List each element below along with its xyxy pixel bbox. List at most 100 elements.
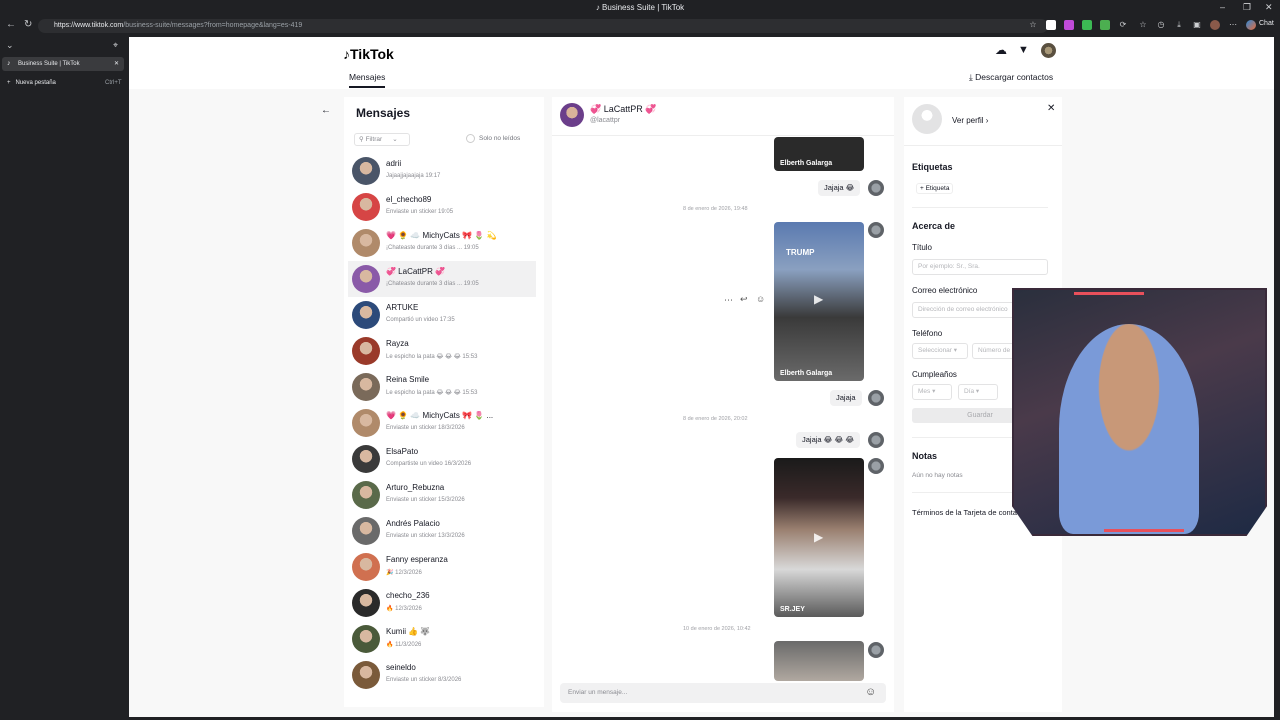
- close-icon[interactable]: ✕: [1047, 103, 1055, 114]
- title-label: Título: [912, 243, 933, 252]
- pin-icon[interactable]: ⌖: [113, 40, 118, 51]
- favorites-icon[interactable]: ☆: [1138, 20, 1148, 30]
- chat-contact-name[interactable]: 💞 LaCattPR 💞: [590, 104, 656, 115]
- video-message[interactable]: Elberth Galarga: [774, 137, 864, 171]
- conversation-item[interactable]: Reina Smile Le espicho la pata 😂 😂 😂 15:5…: [348, 369, 536, 405]
- profile-avatar[interactable]: [912, 104, 942, 134]
- birthday-month-select[interactable]: Mes ▾: [912, 384, 952, 400]
- chat-panel: 💞 LaCattPR 💞 @lacattpr Elberth Galarga J…: [552, 97, 894, 712]
- message-preview: Enviaste un sticker 19:05: [386, 209, 454, 215]
- view-profile-link[interactable]: Ver perfil ›: [952, 116, 988, 125]
- close-tab-icon[interactable]: ✕: [114, 57, 119, 71]
- unread-only-toggle[interactable]: [466, 134, 475, 143]
- contact-name: ARTUKE: [386, 303, 419, 312]
- chat-avatar[interactable]: [560, 103, 584, 127]
- new-tab-button[interactable]: + Nueva pestaña Ctrl+T: [4, 80, 124, 86]
- message-preview: Enviaste un sticker 18/3/2026: [386, 425, 465, 431]
- contact-name: Arturo_Rebuzna: [386, 483, 445, 492]
- conversation-item[interactable]: ARTUKE Compartió un video 17:35: [348, 297, 536, 333]
- video-message[interactable]: [774, 641, 864, 681]
- history-icon[interactable]: ◷: [1156, 20, 1166, 30]
- more-icon[interactable]: ⋯: [1228, 20, 1238, 30]
- inbox-filter-icon[interactable]: ▼: [1018, 44, 1029, 56]
- conversation-item[interactable]: el_checho89 Enviaste un sticker 19:05: [348, 189, 536, 225]
- conversation-item[interactable]: Rayza Le espicho la pata 😂 😂 😂 15:53: [348, 333, 536, 369]
- screenshot-icon[interactable]: ▣: [1192, 20, 1202, 30]
- video-message[interactable]: TRUMP ▶ Elberth Galarga: [774, 222, 864, 381]
- chat-contact-handle: @lacattpr: [590, 117, 621, 124]
- play-icon[interactable]: ▶: [814, 292, 823, 306]
- extension-icon[interactable]: [1082, 20, 1092, 30]
- tab-underline: [349, 86, 385, 88]
- more-options-icon[interactable]: ⋯: [724, 295, 733, 306]
- play-icon[interactable]: ▶: [814, 530, 823, 544]
- conversation-item[interactable]: 💞 LaCattPR 💞 ¡Chateaste durante 3 días ..…: [348, 261, 536, 297]
- address-bar[interactable]: https://www.tiktok.com/business-suite/me…: [38, 19, 1048, 33]
- collapse-chevron-icon[interactable]: ⌄: [6, 40, 14, 51]
- chevron-down-icon: ⌄: [392, 136, 398, 143]
- birthday-label: Cumpleaños: [912, 370, 957, 379]
- contact-name: el_checho89: [386, 195, 432, 204]
- conversation-list-panel: Mensajes ⚲ Filtrar ⌄ Solo no leídos adrii…: [344, 97, 544, 707]
- conversation-item[interactable]: adrii Jajaajjajaajaja 19:17: [348, 153, 536, 189]
- extension-icon[interactable]: [1046, 20, 1056, 30]
- reload-icon[interactable]: ↻: [24, 19, 32, 30]
- conversation-item[interactable]: 💗 🌻 ☁️ MichyCats 🎀 🌷 💫 ¡Chateaste durante…: [348, 225, 536, 261]
- tiktok-logo[interactable]: ♪TikTok: [343, 46, 394, 62]
- emoji-icon[interactable]: ☺: [865, 686, 876, 698]
- contact-avatar: [352, 229, 380, 257]
- vertical-tabs-sidebar: ⌄ ⌖ ♪ Business Suite | TikTok ✕ + Nueva p…: [0, 36, 128, 720]
- message-input[interactable]: Enviar un mensaje...: [560, 683, 886, 703]
- extensions-icon[interactable]: ⟳: [1118, 20, 1128, 30]
- conversation-item[interactable]: checho_236 🔥 12/3/2026: [348, 585, 536, 621]
- notes-title: Notas: [912, 451, 938, 461]
- conversation-item[interactable]: Arturo_Rebuzna Enviaste un sticker 15/3/2…: [348, 477, 536, 513]
- timestamp: 10 de enero de 2026, 10:42: [683, 626, 751, 632]
- message-preview: Le espicho la pata 😂 😂 😂 15:53: [386, 354, 478, 360]
- phone-country-select[interactable]: Seleccionar ▾: [912, 343, 968, 359]
- extension-icon[interactable]: [1064, 20, 1074, 30]
- decorative-bar: [1074, 292, 1144, 295]
- contact-card-terms-link[interactable]: Términos de la Tarjeta de contacto: [912, 508, 1027, 517]
- copilot-icon[interactable]: [1246, 20, 1256, 30]
- back-icon[interactable]: ←: [6, 19, 16, 30]
- restore-icon[interactable]: ❐: [1243, 2, 1251, 13]
- title-input[interactable]: Por ejemplo: Sr., Sra.: [912, 259, 1048, 275]
- sender-avatar: [868, 222, 884, 238]
- minimize-icon[interactable]: –: [1220, 2, 1225, 12]
- download-contacts-button[interactable]: ⤓ Descargar contactos: [969, 72, 1053, 83]
- birthday-day-select[interactable]: Día ▾: [958, 384, 998, 400]
- chat-button[interactable]: Chat: [1259, 20, 1274, 27]
- back-arrow-icon[interactable]: ←: [321, 105, 331, 116]
- add-tag-button[interactable]: + Etiqueta: [916, 183, 954, 194]
- close-window-icon[interactable]: ✕: [1265, 2, 1273, 13]
- message-preview: Enviaste un sticker 13/3/2026: [386, 533, 465, 539]
- tab-business-suite[interactable]: ♪ Business Suite | TikTok ✕: [2, 57, 124, 71]
- video-author-label: Elberth Galarga: [780, 160, 833, 167]
- conversation-item[interactable]: Fanny esperanza 🎉 12/3/2026: [348, 549, 536, 585]
- download-icon[interactable]: ⤓: [1174, 20, 1184, 30]
- contact-name: ElsaPato: [386, 447, 419, 456]
- conversation-item[interactable]: 💗 🌻 ☁️ MichyCats 🎀 🌷 ... Enviaste un stic…: [348, 405, 536, 441]
- contact-name: Rayza: [386, 339, 409, 348]
- tab-messages[interactable]: Mensajes: [349, 72, 385, 82]
- filter-dropdown[interactable]: ⚲ Filtrar ⌄: [354, 133, 410, 146]
- conversation-item[interactable]: Kumii 👍 🐺 🔥 11/3/2026: [348, 621, 536, 657]
- video-author-label: Elberth Galarga: [780, 370, 833, 377]
- upload-cloud-icon[interactable]: ☁: [995, 43, 1007, 57]
- conversation-item[interactable]: Andrés Palacio Enviaste un sticker 13/3/2…: [348, 513, 536, 549]
- message-preview: ¡Chateaste durante 3 días ... 19:05: [386, 245, 479, 251]
- conversation-item[interactable]: ElsaPato Compartiste un video 16/3/2026: [348, 441, 536, 477]
- contact-name: adrii: [386, 159, 402, 168]
- emoji-react-icon[interactable]: ☺: [756, 294, 765, 304]
- profile-avatar[interactable]: [1210, 20, 1220, 30]
- reply-icon[interactable]: ↩: [740, 294, 748, 305]
- extension-icon[interactable]: [1100, 20, 1110, 30]
- user-avatar[interactable]: [1041, 43, 1056, 58]
- bookmark-star-icon[interactable]: ☆: [1028, 20, 1038, 30]
- message-preview: ¡Chateaste durante 3 días ... 19:05: [386, 281, 479, 287]
- message-preview: Compartió un video 17:35: [386, 317, 455, 323]
- phone-label: Teléfono: [912, 329, 943, 338]
- video-message[interactable]: ▶ SR.JEY: [774, 458, 864, 617]
- conversation-item[interactable]: seineldo Enviaste un sticker 8/3/2026: [348, 657, 536, 693]
